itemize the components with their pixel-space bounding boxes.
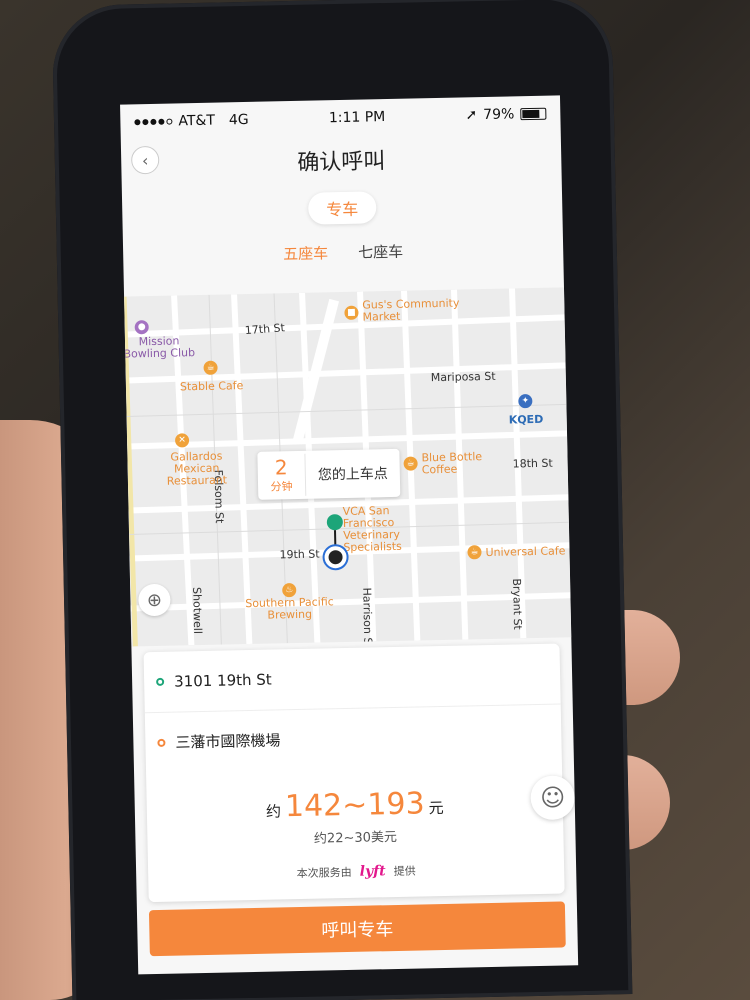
poi-gus-market: Gus's Community Market bbox=[362, 296, 460, 324]
street-shotwell: Shotwell bbox=[190, 586, 205, 635]
poi-gallardos: Gallardos Mexican Restaurant bbox=[166, 449, 228, 488]
fare-prefix: 约 bbox=[265, 802, 282, 821]
tab-five-seat[interactable]: 五座车 bbox=[283, 242, 329, 267]
street-mariposa: Mariposa St bbox=[430, 369, 496, 385]
battery-icon bbox=[520, 107, 547, 121]
poi-kqed: KQED bbox=[508, 412, 544, 427]
clock: 1:11 PM bbox=[328, 109, 386, 127]
eta-unit: 分钟 bbox=[270, 480, 293, 494]
poi-stable-cafe: Stable Cafe bbox=[179, 379, 244, 394]
carrier: AT&T bbox=[178, 112, 216, 130]
battery-percent: 79% bbox=[483, 106, 515, 124]
poi-blue-bottle: Blue Bottle Coffee bbox=[421, 450, 483, 477]
chevron-left-icon: ‹ bbox=[141, 150, 149, 170]
destination-row[interactable]: 三藩市國際機場 bbox=[144, 703, 562, 773]
fare-line: 约 142~193 元 bbox=[146, 783, 563, 827]
trip-card: 3101 19th St 三藩市國際機場 约 142~193 元 约22~30美… bbox=[143, 643, 565, 903]
provider-line: 本次服务由 lyft 提供 bbox=[148, 859, 564, 884]
street-18th: 18th St bbox=[512, 456, 553, 471]
destination-dot-icon bbox=[157, 738, 166, 747]
origin-row[interactable]: 3101 19th St bbox=[144, 644, 561, 713]
smiley-icon: ☺ bbox=[539, 783, 566, 812]
crosshair-icon: ⊕ bbox=[146, 589, 163, 611]
eta-box: 2 分钟 bbox=[257, 453, 307, 497]
fare-range: 142~193 bbox=[284, 786, 425, 825]
page-title: 确认呼叫 bbox=[297, 149, 386, 176]
street-bryant: Bryant St bbox=[510, 578, 525, 630]
street-19th: 19th St bbox=[279, 547, 320, 562]
location-arrow-icon: ➚ bbox=[465, 107, 478, 124]
lyft-logo: lyft bbox=[359, 863, 386, 880]
battery-fill bbox=[522, 109, 540, 119]
map-view[interactable]: 17th St Mariposa St 18th St 19th St Fols… bbox=[124, 287, 572, 647]
street-harrison: Harrison St bbox=[360, 587, 375, 647]
origin-dot-icon bbox=[156, 677, 165, 686]
app-screen: AT&T 4G 1:11 PM ➚ 79% ‹ 确认呼叫 专车 五座车 七座车 bbox=[120, 95, 579, 975]
poi-southern-pacific: Southern Pacific Brewing bbox=[245, 595, 334, 622]
fare-estimate: 约 142~193 元 约22~30美元 bbox=[146, 783, 563, 850]
status-right: ➚ 79% bbox=[465, 106, 547, 124]
feedback-button[interactable]: ☺ bbox=[530, 775, 576, 821]
fare-unit: 元 bbox=[428, 798, 444, 818]
poi-mission-bowling: Mission Bowling Club bbox=[124, 334, 196, 361]
pickup-label: 您的上车点 bbox=[317, 466, 389, 484]
seat-tabs: 五座车 七座车 bbox=[123, 237, 563, 270]
poi-universal-cafe: Universal Cafe bbox=[485, 544, 566, 560]
destination-address: 三藩市國際機場 bbox=[175, 731, 281, 752]
back-button[interactable]: ‹ bbox=[130, 145, 160, 175]
eta-minutes: 2 bbox=[274, 455, 288, 480]
header: ‹ 确认呼叫 bbox=[121, 131, 562, 188]
provider-suffix: 提供 bbox=[393, 864, 416, 879]
call-car-button[interactable]: 呼叫专车 bbox=[148, 901, 566, 957]
poi-vca: VCA San Francisco Veterinary Specialists bbox=[342, 504, 402, 555]
network-type: 4G bbox=[228, 111, 249, 129]
pickup-eta-bubble[interactable]: 2 分钟 您的上车点 bbox=[257, 448, 401, 500]
status-left: AT&T 4G bbox=[134, 112, 249, 130]
signal-strength-icon bbox=[134, 118, 173, 126]
provider-prefix: 本次服务由 bbox=[296, 865, 352, 881]
origin-address: 3101 19th St bbox=[173, 670, 272, 691]
service-type-pill[interactable]: 专车 bbox=[307, 191, 377, 225]
tab-seven-seat[interactable]: 七座车 bbox=[358, 241, 404, 266]
fare-usd: 约22~30美元 bbox=[313, 829, 398, 847]
